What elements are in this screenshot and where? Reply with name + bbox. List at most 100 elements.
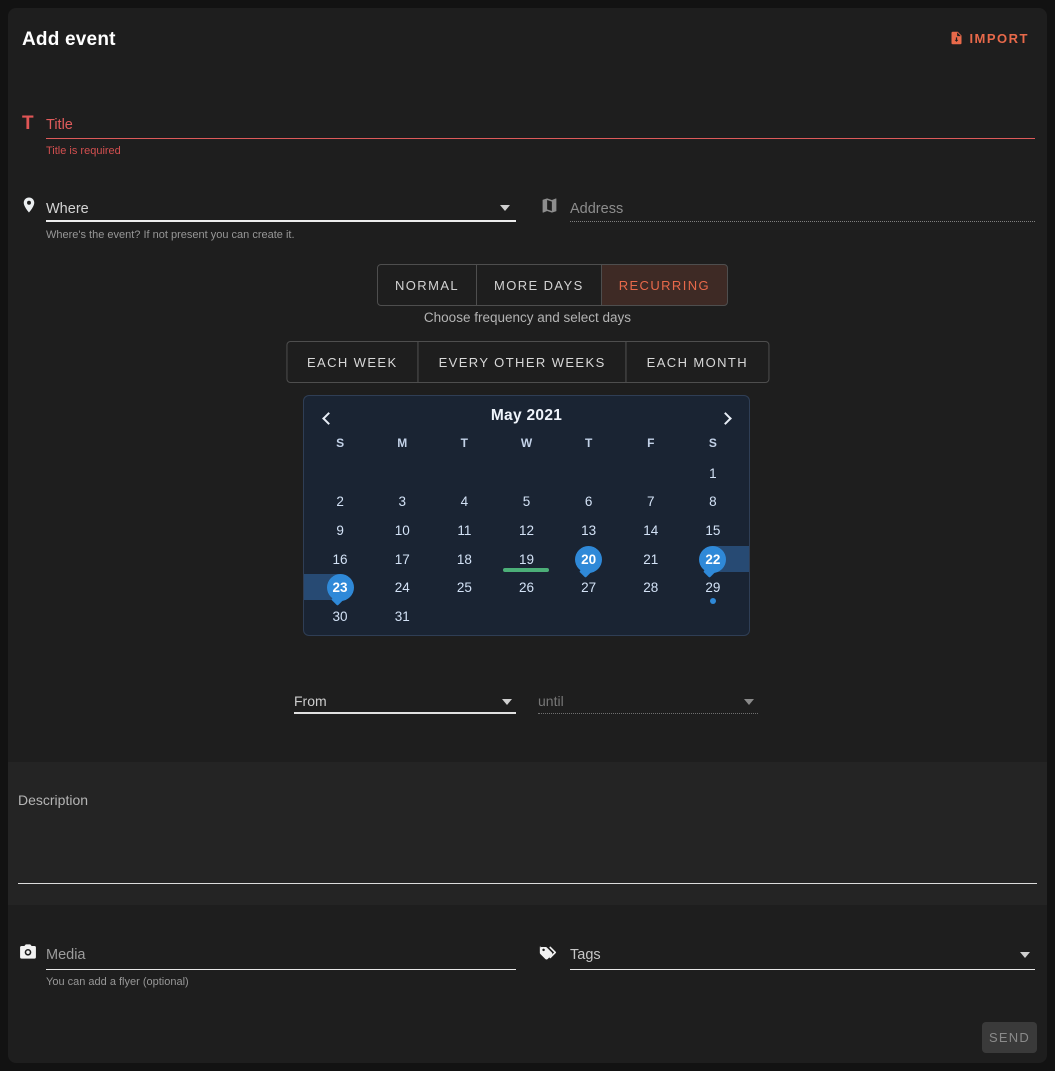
calendar-day-number: 6	[585, 494, 593, 509]
calendar-day-6[interactable]: 6	[558, 488, 620, 517]
address-input[interactable]: Address	[570, 201, 623, 217]
calendar-day-8[interactable]: 8	[682, 488, 744, 517]
calendar-day-number: 12	[519, 523, 534, 538]
description-input[interactable]: Description	[18, 792, 88, 808]
calendar-day-31[interactable]: 31	[371, 602, 433, 631]
tags-dropdown-arrow-icon[interactable]	[1020, 952, 1030, 958]
from-select[interactable]: From	[294, 693, 327, 709]
tags-field[interactable]: Tags	[538, 942, 1035, 982]
calendar-day-10[interactable]: 10	[371, 516, 433, 545]
calendar-day-25[interactable]: 25	[433, 573, 495, 602]
calendar-day-4[interactable]: 4	[433, 488, 495, 517]
calendar-empty-cell	[433, 459, 495, 488]
frequency-option-every-other-weeks[interactable]: EVERY OTHER WEEKS	[418, 341, 627, 383]
calendar-day-number: 28	[643, 580, 658, 595]
tags-underline	[570, 969, 1035, 970]
media-input[interactable]: Media	[46, 947, 86, 963]
calendar-day-23[interactable]: 23	[309, 573, 371, 602]
calendar-day-14[interactable]: 14	[620, 516, 682, 545]
add-event-page: Add event IMPORT T Title Title is requir…	[0, 0, 1055, 1071]
calendar-day-18[interactable]: 18	[433, 545, 495, 574]
calendar-day-30[interactable]: 30	[309, 602, 371, 631]
tab-recurring[interactable]: RECURRING	[601, 264, 728, 306]
today-indicator	[503, 568, 549, 572]
calendar-day-26[interactable]: 26	[495, 573, 557, 602]
calendar-next-month-button[interactable]	[717, 408, 737, 428]
address-field[interactable]: Address	[540, 196, 1035, 236]
calendar-day-number: 9	[336, 523, 344, 538]
camera-icon	[18, 942, 38, 966]
calendar-day-headers: SMTWTFS	[309, 436, 744, 450]
until-dropdown-arrow-icon	[744, 699, 754, 705]
title-field[interactable]: T Title Title is required	[20, 112, 1035, 162]
calendar-day-13[interactable]: 13	[558, 516, 620, 545]
calendar-day-number: 30	[333, 609, 348, 624]
file-import-icon	[949, 30, 964, 46]
calendar-day-number: 24	[395, 580, 410, 595]
media-field[interactable]: Media You can add a flyer (optional)	[18, 942, 516, 992]
calendar-day-1[interactable]: 1	[682, 459, 744, 488]
calendar-day-number: 22	[699, 546, 726, 573]
calendar-day-11[interactable]: 11	[433, 516, 495, 545]
until-time-field[interactable]: until	[538, 690, 758, 716]
until-underline	[538, 713, 758, 714]
calendar-day-15[interactable]: 15	[682, 516, 744, 545]
calendar-day-19[interactable]: 19	[495, 545, 557, 574]
from-dropdown-arrow-icon[interactable]	[502, 699, 512, 705]
tab-normal[interactable]: NORMAL	[377, 264, 477, 306]
calendar-day-29[interactable]: 29	[682, 573, 744, 602]
calendar-day-number: 21	[643, 552, 658, 567]
frequency-option-each-month[interactable]: EACH MONTH	[626, 341, 769, 383]
calendar-day-header: T	[558, 436, 620, 450]
calendar-day-header: S	[309, 436, 371, 450]
calendar-empty-cell	[371, 459, 433, 488]
calendar-day-5[interactable]: 5	[495, 488, 557, 517]
import-button[interactable]: IMPORT	[949, 30, 1029, 46]
calendar-day-28[interactable]: 28	[620, 573, 682, 602]
media-helper-text: You can add a flyer (optional)	[46, 976, 189, 988]
import-label: IMPORT	[969, 31, 1029, 46]
calendar-day-7[interactable]: 7	[620, 488, 682, 517]
calendar-day-17[interactable]: 17	[371, 545, 433, 574]
calendar-day-9[interactable]: 9	[309, 516, 371, 545]
calendar-day-number: 23	[327, 574, 354, 601]
tags-select[interactable]: Tags	[570, 947, 601, 963]
frequency-option-each-week[interactable]: EACH WEEK	[286, 341, 419, 383]
calendar-day-12[interactable]: 12	[495, 516, 557, 545]
calendar-day-21[interactable]: 21	[620, 545, 682, 574]
calendar-day-2[interactable]: 2	[309, 488, 371, 517]
description-underline	[18, 883, 1037, 884]
calendar-day-24[interactable]: 24	[371, 573, 433, 602]
where-select[interactable]: Where	[46, 201, 89, 217]
title-underline	[46, 138, 1035, 139]
calendar-day-number: 26	[519, 580, 534, 595]
calendar-day-number: 16	[333, 552, 348, 567]
description-field[interactable]: Description	[8, 762, 1047, 905]
calendar-day-header: M	[371, 436, 433, 450]
until-select[interactable]: until	[538, 693, 564, 709]
title-text-icon: T	[22, 113, 34, 135]
calendar-empty-cell	[495, 602, 557, 631]
calendar-day-20[interactable]: 20	[558, 545, 620, 574]
where-helper-text: Where's the event? If not present you ca…	[46, 229, 295, 241]
calendar-empty-cell	[682, 602, 744, 631]
calendar-grid: 1234567891011121314151617181920212223242…	[309, 459, 744, 631]
where-field[interactable]: Where Where's the event? If not present …	[20, 196, 516, 244]
calendar-day-27[interactable]: 27	[558, 573, 620, 602]
calendar-day-16[interactable]: 16	[309, 545, 371, 574]
calendar-day-number: 4	[461, 494, 469, 509]
calendar-day-header: W	[495, 436, 557, 450]
calendar-day-22[interactable]: 22	[682, 545, 744, 574]
calendar-day-3[interactable]: 3	[371, 488, 433, 517]
from-time-field[interactable]: From	[294, 690, 516, 716]
where-dropdown-arrow-icon[interactable]	[500, 205, 510, 211]
title-input[interactable]: Title	[46, 117, 73, 133]
calendar-day-number: 14	[643, 523, 658, 538]
title-error-text: Title is required	[46, 145, 121, 157]
calendar-day-number: 29	[705, 580, 720, 595]
calendar-empty-cell	[558, 459, 620, 488]
tags-icon	[538, 942, 560, 967]
tab-more-days[interactable]: MORE DAYS	[476, 264, 602, 306]
send-button[interactable]: SEND	[982, 1022, 1037, 1053]
address-underline	[570, 221, 1035, 222]
